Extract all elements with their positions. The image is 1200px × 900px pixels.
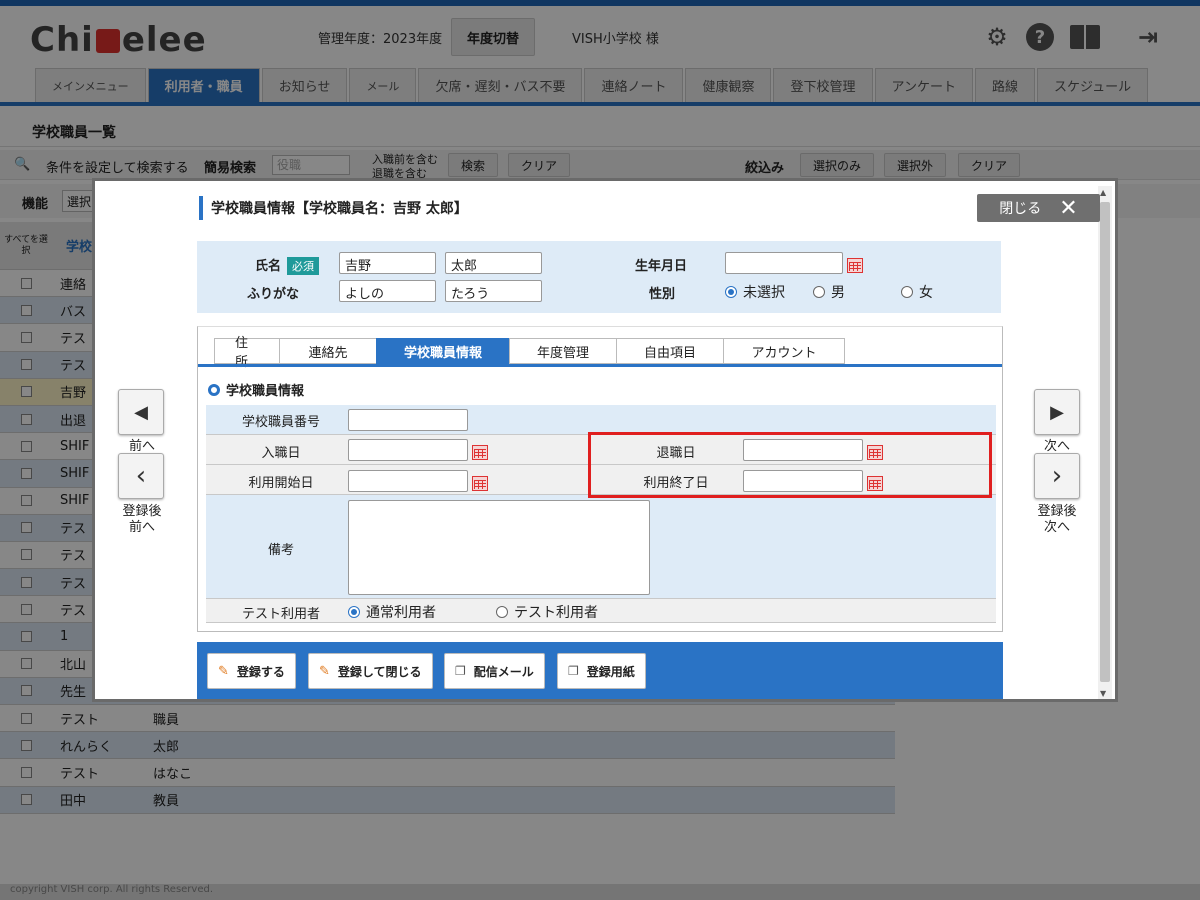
close-button[interactable]: 閉じる ✕ (977, 194, 1100, 222)
kana-label: ふりがな (247, 287, 300, 302)
pencil-icon: ✎ (319, 663, 330, 679)
start-date-input[interactable] (348, 470, 468, 492)
calendar-icon[interactable] (472, 476, 488, 491)
gender-option-unselected[interactable]: 未選択 (725, 282, 785, 302)
save-next-button[interactable]: › (1034, 453, 1080, 499)
start-date-label: 利用開始日 (248, 476, 314, 491)
note-textarea[interactable] (348, 500, 650, 595)
calendar-icon[interactable] (847, 258, 863, 273)
staff-number-label: 学校職員番号 (241, 415, 320, 430)
radio-icon (496, 606, 508, 618)
radio-selected-icon (348, 606, 360, 618)
section-title: 学校職員情報 (226, 384, 305, 399)
copy-icon: ❐ (568, 664, 579, 678)
form-row: 学校職員番号 (206, 405, 996, 435)
test-user-label: テスト利用者 (241, 607, 320, 622)
tab-year-management[interactable]: 年度管理 (509, 338, 617, 364)
save-button[interactable]: ✎ 登録する (207, 653, 296, 689)
staff-info-modal: ▲ ▼ 学校職員情報【学校職員名：吉野 太郎】 閉じる ✕ ◀ 前へ ‹ 登録後… (92, 178, 1118, 702)
form-row: 備考 (206, 495, 996, 599)
highlight-box (588, 432, 992, 498)
next-button[interactable]: ▶ (1034, 389, 1080, 435)
mail-button[interactable]: ❐ 配信メール (444, 653, 545, 689)
radio-icon (901, 286, 913, 298)
last-name-input[interactable]: 吉野 (339, 252, 436, 274)
birth-date-input[interactable] (725, 252, 843, 274)
modal-scrollbar[interactable]: ▲ ▼ (1098, 186, 1112, 699)
test-option-test[interactable]: テスト利用者 (496, 602, 598, 622)
save-prev-button[interactable]: ‹ (118, 453, 164, 499)
tab-staff-info[interactable]: 学校職員情報 (376, 338, 510, 364)
gender-option-male[interactable]: 男 (813, 282, 845, 302)
last-kana-input[interactable]: よしの (339, 280, 436, 302)
save-close-label: 登録して閉じる (337, 664, 422, 679)
staff-number-input[interactable] (348, 409, 468, 431)
tab-address[interactable]: 住所 (214, 336, 280, 370)
triangle-left-icon: ◀ (134, 401, 148, 423)
tab-contact[interactable]: 連絡先 (279, 338, 377, 364)
radio-icon (813, 286, 825, 298)
save-label: 登録する (236, 664, 285, 679)
tab-free-fields[interactable]: 自由項目 (616, 338, 724, 364)
detail-tabs: 住所 連絡先 学校職員情報 年度管理 自由項目 アカウント (214, 336, 845, 370)
chevron-right-icon: › (1051, 461, 1063, 491)
required-badge: 必須 (287, 257, 320, 275)
mail-label: 配信メール (473, 664, 534, 679)
name-label-text: 氏名 (255, 259, 282, 274)
gender-option-label: 未選択 (743, 285, 785, 301)
scroll-down-icon[interactable]: ▼ (1100, 689, 1106, 698)
close-label: 閉じる (999, 201, 1042, 217)
birth-label: 生年月日 (635, 259, 688, 274)
gender-label: 性別 (649, 287, 676, 302)
form-row: テスト利用者 通常利用者 テスト利用者 (206, 599, 996, 623)
save-next-label: 登録後 次へ (1037, 504, 1077, 535)
gender-option-label: 女 (919, 285, 933, 301)
hire-date-input[interactable] (348, 439, 468, 461)
section-heading: 学校職員情報 (208, 380, 304, 399)
save-close-button[interactable]: ✎ 登録して閉じる (308, 653, 433, 689)
copy-icon: ❐ (455, 664, 466, 678)
note-label: 備考 (267, 543, 294, 558)
scroll-thumb[interactable] (1100, 202, 1110, 682)
gender-option-label: 男 (831, 285, 845, 301)
first-kana-input[interactable]: たろう (445, 280, 542, 302)
tab-account[interactable]: アカウント (723, 338, 845, 364)
test-option-normal[interactable]: 通常利用者 (348, 602, 436, 622)
scroll-up-icon[interactable]: ▲ (1100, 188, 1106, 197)
tab-underline (198, 364, 1002, 367)
first-name-input[interactable]: 太郎 (445, 252, 542, 274)
name-section: 氏名 必須 吉野 太郎 ふりがな よしの たろう 生年月日 性別 未選択 男 女 (197, 241, 1001, 313)
radio-selected-icon (725, 286, 737, 298)
calendar-icon[interactable] (472, 445, 488, 460)
test-option-label: 通常利用者 (366, 605, 436, 621)
modal-title: 学校職員情報【学校職員名：吉野 太郎】 (199, 196, 468, 220)
save-prev-label: 登録後 前へ (122, 504, 162, 535)
triangle-right-icon: ▶ (1050, 401, 1064, 423)
action-bar: ✎ 登録する ✎ 登録して閉じる ❐ 配信メール ❐ 登録用紙 (197, 642, 1003, 699)
close-icon: ✕ (1059, 195, 1078, 221)
section-dot-icon (208, 383, 220, 396)
chevron-left-icon: ‹ (135, 461, 147, 491)
name-label: 氏名 必須 (255, 255, 320, 275)
hire-date-label: 入職日 (261, 446, 301, 461)
form-print-button[interactable]: ❐ 登録用紙 (557, 653, 646, 689)
pencil-icon: ✎ (218, 663, 229, 679)
form-print-label: 登録用紙 (586, 664, 635, 679)
test-option-label: テスト利用者 (514, 605, 598, 621)
prev-button[interactable]: ◀ (118, 389, 164, 435)
gender-option-female[interactable]: 女 (901, 282, 933, 302)
